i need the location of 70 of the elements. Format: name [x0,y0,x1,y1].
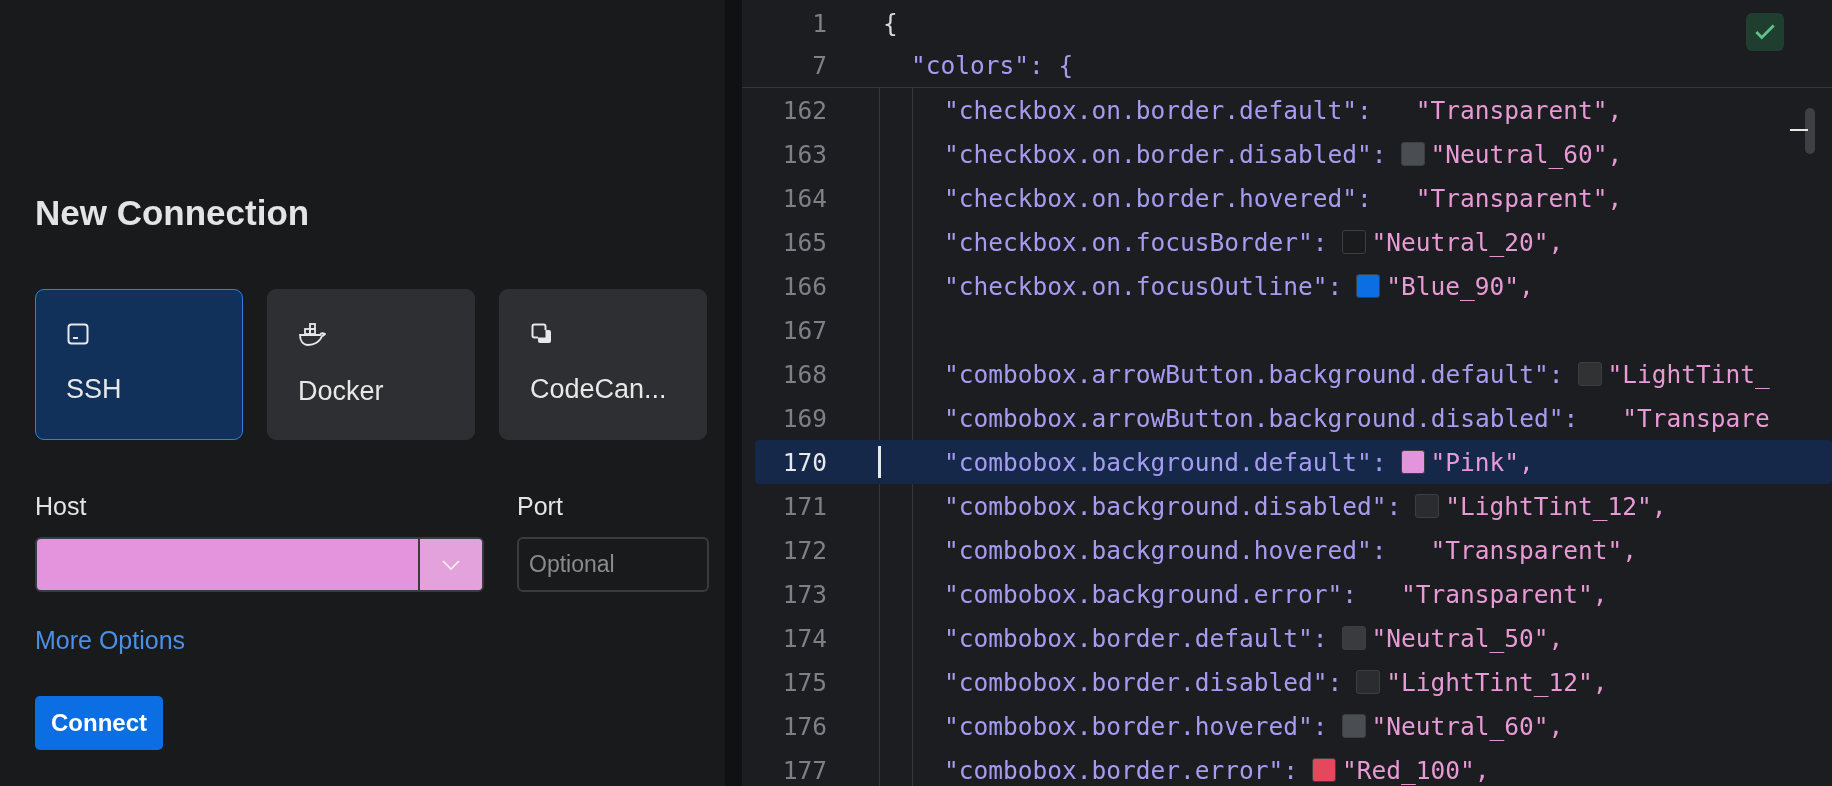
terminal-icon [66,322,90,346]
card-label: SSH [66,374,123,405]
chevron-down-icon [441,558,461,571]
json-key: "checkbox.on.border.disabled": [944,139,1387,169]
more-options-link[interactable]: More Options [35,626,186,655]
json-key: "combobox.border.hovered": [944,711,1328,741]
json-value: "Transparent", [1430,535,1638,565]
json-value: "Blue_90", [1386,271,1534,301]
line-number: 1 [811,8,827,38]
connection-type-card[interactable]: CodeCan... [499,289,707,440]
json-key: "combobox.arrowButton.background.default": [944,359,1564,389]
json-key: "combobox.background.default": [944,447,1387,477]
json-key: "combobox.border.error": [944,755,1298,785]
line-number: 169 [781,403,827,433]
code-text: { [883,8,898,38]
json-value: "Red_100", [1342,755,1490,785]
connection-type-card[interactable]: Docker [267,289,475,440]
json-key: "combobox.arrowButton.background.disabled": [944,403,1579,433]
json-key: "combobox.background.error": [944,579,1357,609]
json-value: "LightTint_12", [1386,667,1608,697]
check-icon[interactable] [1746,13,1784,51]
json-key: "checkbox.on.focusBorder": [944,227,1328,257]
host-label: Host [35,492,88,521]
line-number: 166 [781,271,827,301]
scrollbar-thumb[interactable] [1805,108,1815,154]
port-field[interactable]: Optional [517,537,709,592]
line-number: 168 [781,359,827,389]
json-value: "Neutral_60", [1371,711,1564,741]
json-key: "combobox.border.default": [944,623,1328,653]
line-number: 172 [781,535,827,565]
line-number: 170 [781,447,827,477]
json-value: "Neutral_50", [1371,623,1564,653]
json-key: "combobox.border.disabled": [944,667,1343,697]
line-number: 165 [781,227,827,257]
json-value: "LightTint_ [1607,359,1770,389]
host-combobox[interactable] [35,537,484,592]
dialog-title: New Connection [35,193,311,233]
json-key: "combobox.background.disabled": [944,491,1402,521]
json-value: "Transpare [1622,403,1770,433]
line-number: 7 [811,50,827,80]
json-key: "checkbox.on.border.hovered": [944,183,1372,213]
line-number: 174 [781,623,827,653]
line-number: 176 [781,711,827,741]
json-value: "LightTint_12", [1445,491,1667,521]
dropdown-button[interactable] [418,539,482,590]
json-value: "Transparent", [1415,183,1623,213]
json-key: "checkbox.on.border.default": [944,95,1372,125]
json-value: "Pink", [1430,447,1534,477]
json-value: "Neutral_20", [1371,227,1564,257]
line-number: 163 [781,139,827,169]
port-label: Port [517,492,564,521]
connect-button[interactable]: Connect [35,696,163,750]
json-key: "checkbox.on.focusOutline": [944,271,1343,301]
line-number: 173 [781,579,827,609]
line-number: 164 [781,183,827,213]
line-number: 175 [781,667,827,697]
line-number: 162 [781,95,827,125]
code-text: "colors": { [911,50,1074,80]
line-number: 177 [781,755,827,785]
json-key: "combobox.background.hovered": [944,535,1387,565]
whale-icon [298,322,326,348]
connection-type-card[interactable]: SSH [35,289,243,440]
line-number: 167 [781,315,827,345]
json-value: "Transparent", [1415,95,1623,125]
card-label: Docker [298,376,385,407]
stacked-squares-icon [530,322,554,346]
json-value: "Neutral_60", [1430,139,1623,169]
card-label: CodeCan... [530,374,668,405]
line-number: 171 [781,491,827,521]
json-value: "Transparent", [1401,579,1608,609]
